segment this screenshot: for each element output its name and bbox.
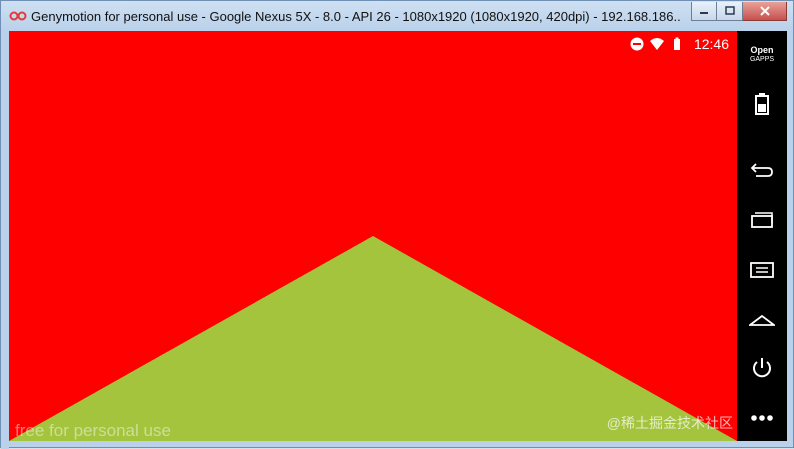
device-screen[interactable]: 12:46 free for personal use @稀土掘金技术社区 [9, 31, 737, 441]
home-button[interactable] [747, 305, 777, 335]
window-controls [691, 2, 787, 22]
maximize-icon [724, 6, 735, 15]
window-title: Genymotion for personal use - Google Nex… [31, 9, 681, 24]
home-icon [749, 314, 775, 326]
battery-icon [755, 93, 769, 115]
battery-button[interactable] [747, 89, 777, 119]
back-button[interactable] [747, 155, 777, 185]
genymotion-logo-icon [9, 11, 27, 21]
recent-apps-icon [751, 212, 773, 228]
close-button[interactable] [743, 2, 787, 21]
watermark-source: @稀土掘金技术社区 [606, 415, 733, 431]
android-status-bar: 12:46 [630, 35, 729, 53]
power-button[interactable] [747, 353, 777, 383]
minimize-button[interactable] [691, 2, 717, 21]
wifi-icon [649, 38, 664, 50]
status-clock: 12:46 [693, 36, 729, 52]
menu-button[interactable] [747, 255, 777, 285]
title-bar[interactable]: Genymotion for personal use - Google Nex… [1, 1, 793, 31]
minimize-icon [700, 12, 708, 14]
gapps-label-bottom: GAPPS [749, 56, 775, 63]
emulator-window: Genymotion for personal use - Google Nex… [0, 0, 794, 449]
genymotion-sidebar: Open GAPPS [737, 31, 787, 441]
close-icon [759, 6, 770, 16]
window-frame-bottom [1, 441, 793, 447]
green-triangle-shape [9, 236, 737, 441]
menu-icon [750, 262, 774, 278]
power-icon [753, 358, 771, 378]
maximize-button[interactable] [717, 2, 743, 21]
do-not-disturb-icon [630, 37, 644, 51]
more-button[interactable] [747, 403, 777, 433]
back-icon [750, 163, 773, 177]
more-icon [751, 415, 773, 421]
gapps-label-top: Open [750, 45, 774, 55]
window-frame-left [1, 31, 9, 449]
open-gapps-button[interactable]: Open GAPPS [737, 45, 787, 65]
watermark-personal-use: free for personal use [15, 421, 171, 440]
recent-apps-button[interactable] [747, 204, 777, 234]
battery-icon [673, 37, 680, 50]
